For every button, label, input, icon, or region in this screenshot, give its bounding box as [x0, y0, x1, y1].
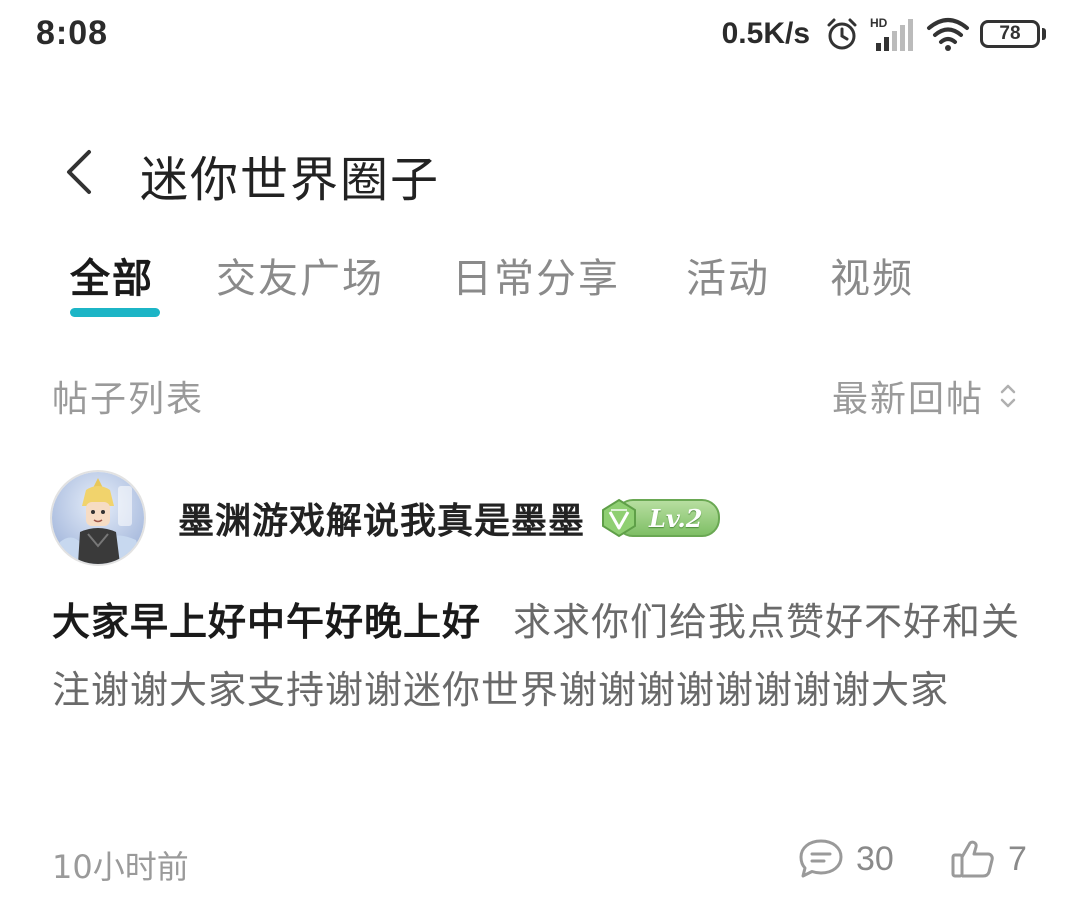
diamond-icon — [602, 498, 637, 538]
page-title: 迷你世界圈子 — [140, 152, 441, 208]
comment-button[interactable]: 30 — [798, 838, 894, 880]
comment-count: 30 — [856, 839, 894, 878]
post-title: 大家早上好中午好晚上好 — [52, 600, 482, 644]
tab-daily-share[interactable]: 日常分享 — [452, 246, 620, 304]
level-badge: Lv.2 — [599, 498, 721, 538]
tab-events[interactable]: 活动 — [686, 246, 770, 304]
post-card[interactable]: 墨渊游戏解说我真是墨墨 Lv.2 大家早上好中午好晚上好 求求你们给我点赞好不好和… — [0, 460, 1080, 914]
hd-signal-icon: HD — [870, 15, 916, 53]
avatar[interactable] — [50, 470, 146, 566]
post-list-title: 帖子列表 — [52, 379, 205, 420]
author-name[interactable]: 墨渊游戏解说我真是墨墨 — [178, 492, 585, 544]
tab-friends-square[interactable]: 交友广场 — [216, 246, 384, 304]
sort-label: 最新回帖 — [831, 379, 984, 420]
post-footer: 10小时前 30 7 — [0, 830, 1080, 890]
author-row: 墨渊游戏解说我真是墨墨 Lv.2 — [50, 468, 721, 568]
hd-label: HD — [870, 16, 888, 30]
battery-icon: 78 — [980, 20, 1046, 48]
thumbs-up-icon — [951, 840, 994, 878]
battery-level: 78 — [980, 20, 1040, 48]
tab-all[interactable]: 全部 — [70, 246, 154, 304]
comment-icon — [799, 839, 843, 878]
like-button[interactable]: 7 — [950, 838, 1027, 880]
page-header: 迷你世界圈子 — [0, 130, 1080, 220]
status-time: 8:08 — [36, 14, 109, 52]
like-count: 7 — [1008, 839, 1027, 878]
status-indicators: 0.5K/s HD 78 — [722, 12, 1046, 56]
back-button[interactable] — [56, 144, 100, 200]
sort-dropdown[interactable]: 最新回帖 — [832, 370, 1018, 422]
category-tabs: 全部 交友广场 日常分享 活动 视频 — [0, 238, 1080, 328]
network-speed: 0.5K/s — [721, 17, 810, 50]
post-time: 10小时前 — [52, 848, 189, 886]
sort-updown-icon — [1000, 384, 1016, 408]
tab-videos[interactable]: 视频 — [830, 246, 914, 304]
post-list-header: 帖子列表 最新回帖 — [0, 366, 1080, 422]
active-tab-indicator — [70, 308, 160, 317]
status-bar: 8:08 0.5K/s HD 78 — [0, 0, 1080, 70]
chevron-left-icon — [67, 150, 91, 194]
post-text[interactable]: 大家早上好中午好晚上好 求求你们给我点赞好不好和关注谢谢大家支持谢谢迷你世界谢谢谢… — [52, 588, 1032, 724]
wifi-icon — [926, 16, 970, 52]
alarm-icon — [824, 16, 860, 52]
